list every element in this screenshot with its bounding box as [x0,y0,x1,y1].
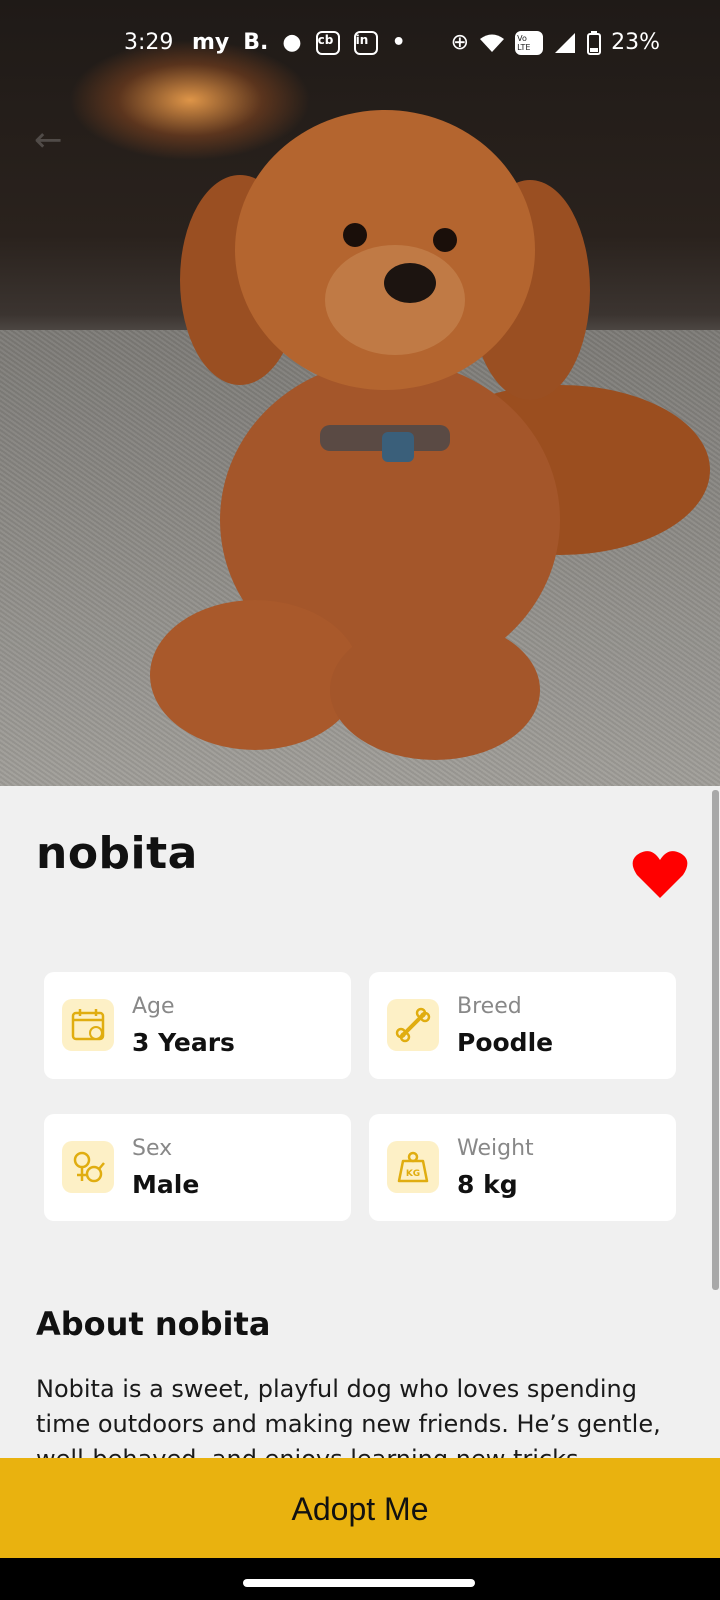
scrollbar[interactable] [712,790,719,1290]
info-value: Male [132,1170,200,1199]
about-description: Nobita is a sweet, playful dog who loves… [36,1375,661,1462]
adopt-me-button[interactable]: Adopt Me [0,1458,720,1558]
info-card-breed: Breed Poodle [369,972,676,1079]
reddit-icon: ● [282,30,302,55]
info-label: Weight [457,1136,534,1161]
cb-icon: cb [315,30,340,55]
weight-icon: KG [387,1141,439,1193]
calendar-icon [62,999,114,1051]
battery-icon [587,30,602,55]
status-bar: 3:29 my B. ● cb in • ⊕ Vo LTE 23% [0,0,720,90]
svg-text:KG: KG [406,1169,420,1179]
linkedin-icon: in [353,30,378,55]
poodle-illustration [150,110,710,760]
system-indicators: ⊕ Vo LTE 23% [451,30,660,55]
data-saver-icon: ⊕ [450,30,470,55]
info-value: Poodle [457,1028,554,1057]
status-time: 3:29 [124,30,174,55]
pet-photo [0,0,720,786]
info-value: 8 kg [457,1170,518,1199]
battery-percent: 23% [611,30,660,55]
about-title: About nobita [36,1305,271,1343]
info-card-weight: KG Weight 8 kg [369,1114,676,1221]
signal-icon [555,32,576,53]
more-notifications-icon: • [391,30,406,55]
info-label: Age [132,994,175,1019]
info-label: Sex [132,1136,173,1161]
myntra-icon: my [192,30,230,55]
bone-icon [387,999,439,1051]
info-card-sex: Sex Male [44,1114,351,1221]
pet-name: nobita [36,828,198,879]
gender-icon [62,1141,114,1193]
notification-icons: my B. ● cb in • [192,30,406,55]
booking-icon: B. [243,30,269,55]
info-value: 3 Years [132,1028,235,1057]
back-arrow-icon[interactable]: ← [34,120,74,160]
wifi-icon [480,34,505,52]
info-label: Breed [457,994,522,1019]
favorite-heart-icon[interactable] [632,850,688,900]
info-card-age: Age 3 Years [44,972,351,1079]
volte-icon: Vo LTE [515,30,544,55]
home-gesture-handle[interactable] [243,1579,475,1587]
